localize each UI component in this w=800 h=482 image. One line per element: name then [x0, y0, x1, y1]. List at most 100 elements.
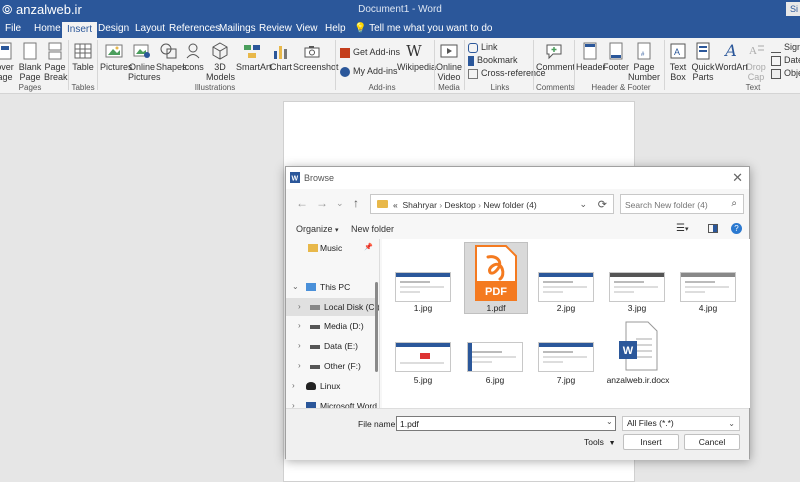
tell-me-box[interactable]: 💡 Tell me what you want to do [354, 20, 492, 38]
drop-cap-button[interactable]: A Drop Cap [745, 42, 767, 82]
page-number-button[interactable]: # Page Number [628, 42, 660, 82]
nav-item-this-pc[interactable]: ⌄ This PC [286, 278, 376, 296]
preview-pane-icon[interactable] [708, 224, 718, 233]
cover-page-button[interactable]: over age [0, 42, 14, 82]
refresh-icon[interactable]: ⟳ [598, 198, 607, 211]
group-divider [574, 40, 575, 90]
wikipedia-button[interactable]: W Wikipedia [397, 42, 436, 72]
nav-scrollbar[interactable] [375, 282, 378, 372]
nav-item-microsoft-word[interactable]: › Microsoft Word [286, 397, 377, 408]
file-item[interactable]: W anzalweb.ir.docx [602, 321, 674, 393]
link-button[interactable]: Link [468, 42, 498, 53]
table-button[interactable]: Table [72, 42, 94, 72]
chevron-right-icon[interactable]: › [298, 298, 301, 316]
view-options-icon[interactable]: ☰▾ [676, 223, 688, 234]
tab-view[interactable]: View [291, 20, 323, 38]
nav-item-data-e[interactable]: › Data (E:) [286, 337, 376, 355]
page-break-button[interactable]: Page Break [44, 42, 68, 82]
file-item[interactable]: 6.jpg [464, 337, 526, 409]
bookmark-button[interactable]: Bookmark [468, 55, 518, 66]
chevron-right-icon[interactable]: › [292, 397, 295, 408]
footer-button[interactable]: Footer [603, 42, 629, 72]
cancel-button[interactable]: Cancel [684, 434, 740, 450]
pictures-button[interactable]: Pictures [100, 42, 133, 72]
file-name-input[interactable] [396, 416, 616, 431]
recent-chevron-icon[interactable]: ⌄ [336, 198, 344, 209]
search-input[interactable] [625, 198, 721, 211]
nav-item-other-f[interactable]: › Other (F:) [286, 357, 376, 375]
breadcrumb-item[interactable]: Shahryar [402, 200, 437, 210]
chevron-right-icon[interactable]: › [292, 377, 295, 395]
nav-item-local-disk-c[interactable]: › Local Disk (C:) [286, 298, 379, 316]
breadcrumb-item[interactable]: Desktop [445, 200, 476, 210]
breadcrumb-item[interactable]: New folder (4) [483, 200, 536, 210]
smartart-button[interactable]: SmartArt [236, 42, 272, 72]
search-box[interactable]: ⌕ [620, 194, 744, 214]
date-time-button[interactable]: Date [771, 55, 800, 66]
tell-me-text: Tell me what you want to do [369, 23, 493, 34]
tools-label: Tools [584, 437, 604, 447]
new-folder-button[interactable]: New folder [351, 224, 394, 234]
header-button[interactable]: Header [576, 42, 606, 72]
comment-button[interactable]: Comment [536, 42, 575, 72]
nav-item-label: Music [320, 243, 343, 253]
chevron-down-icon[interactable]: ⌄ [292, 278, 299, 296]
file-item-selected[interactable]: PDF 1.pdf [464, 242, 528, 314]
chevron-down-icon[interactable]: ⌄ [579, 199, 587, 210]
file-item[interactable]: 1.jpg [392, 267, 454, 339]
page-number-icon: # [637, 42, 651, 60]
tab-help[interactable]: Help [320, 20, 351, 38]
back-arrow-icon[interactable]: ← [296, 196, 308, 210]
shapes-button[interactable]: Shapes [156, 42, 187, 72]
online-pictures-button[interactable]: Online Pictures [128, 42, 161, 82]
group-label-addins: Add-ins [368, 83, 396, 92]
footer-label: Footer [603, 62, 630, 72]
blank-page-button[interactable]: Blank Page [18, 42, 42, 82]
chevron-right-icon[interactable]: › [298, 357, 301, 375]
tab-insert[interactable]: Insert [62, 20, 98, 38]
breadcrumb-overflow[interactable]: « [393, 200, 398, 210]
linux-icon [306, 382, 316, 390]
file-item[interactable]: 7.jpg [535, 337, 597, 409]
file-name: 4.jpg [698, 303, 718, 313]
file-item[interactable]: 5.jpg [392, 337, 454, 409]
online-video-button[interactable]: Online Video [436, 42, 462, 82]
help-icon[interactable]: ? [731, 223, 742, 234]
signature-line-button[interactable]: Signa [771, 42, 800, 53]
pin-icon[interactable]: 📌 [364, 239, 373, 257]
3d-models-button[interactable]: 3D Models [206, 42, 235, 82]
quick-parts-button[interactable]: Quick Parts [690, 42, 716, 82]
close-icon[interactable]: ✕ [732, 170, 743, 186]
file-type-select[interactable]: All Files (*.*) ⌄ [622, 416, 740, 431]
screenshot-button[interactable]: Screenshot [293, 42, 339, 72]
object-label: Objec [784, 68, 800, 78]
chart-button[interactable]: Chart [270, 42, 292, 72]
forward-arrow-icon[interactable]: → [316, 196, 328, 210]
wikipedia-icon: W [406, 42, 422, 60]
tools-button[interactable]: Tools ▼ [584, 437, 616, 447]
tab-file[interactable]: File [0, 20, 26, 38]
chevron-right-icon[interactable]: › [298, 337, 301, 355]
up-arrow-icon[interactable]: ↑ [353, 196, 359, 210]
organize-button[interactable]: Organize ▾ [296, 224, 339, 234]
tab-home[interactable]: Home [29, 20, 66, 38]
my-addins-button[interactable]: My Add-ins [340, 66, 398, 77]
wordart-button[interactable]: A WordArt [715, 42, 748, 73]
text-box-button[interactable]: A Text Box [666, 42, 690, 82]
sign-in-button[interactable]: Si [786, 2, 800, 16]
object-button[interactable]: Objec [771, 68, 800, 79]
chevron-right-icon[interactable]: › [298, 317, 301, 335]
chevron-down-icon[interactable]: ⌄ [606, 417, 613, 426]
get-addins-button[interactable]: Get Add-ins [340, 47, 400, 58]
file-item[interactable]: 4.jpg [677, 267, 739, 339]
tab-design[interactable]: Design [93, 20, 134, 38]
nav-item-music[interactable]: Music 📌 [286, 239, 376, 257]
nav-item-linux[interactable]: › Linux [286, 377, 376, 395]
icons-button[interactable]: Icons [182, 42, 204, 72]
address-bar[interactable]: « Shahryar › Desktop › New folder (4) ⌄ … [370, 194, 614, 214]
file-list: 1.jpg PDF 1.pdf 2.jpg 3.jpg 4.jpg 5.jpg … [382, 239, 750, 408]
nav-item-media-d[interactable]: › Media (D:) [286, 317, 376, 335]
group-label-pages: Pages [18, 83, 42, 92]
file-item[interactable]: 2.jpg [535, 267, 597, 339]
insert-button[interactable]: Insert [623, 434, 679, 450]
